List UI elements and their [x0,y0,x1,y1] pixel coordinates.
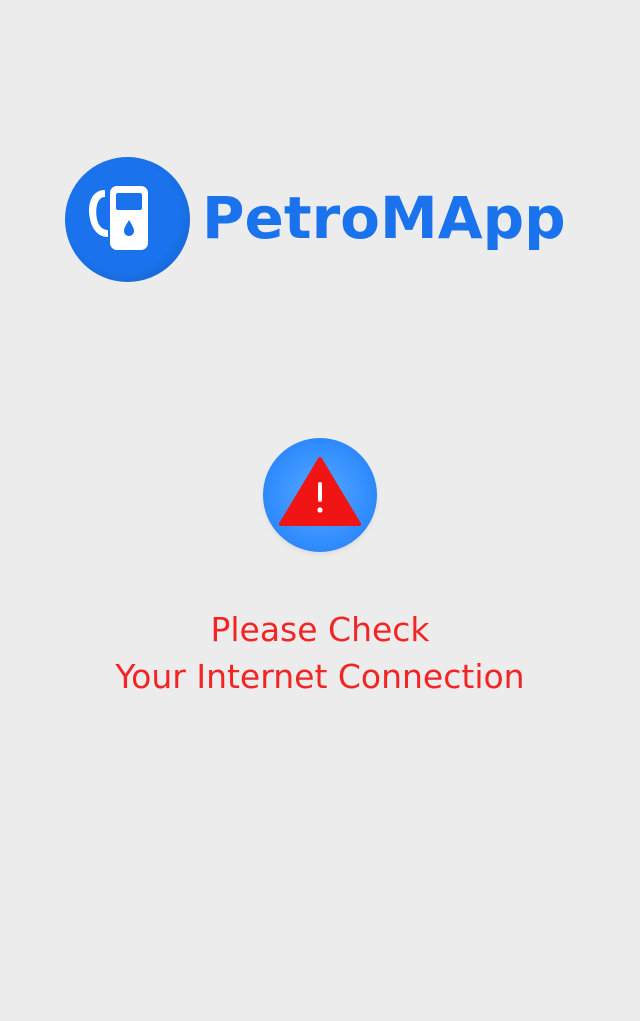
warning-triangle-icon [279,457,361,526]
error-line-2: Your Internet Connection [115,657,525,696]
connection-error-message: Please Check Your Internet Connection [0,606,640,700]
app-name: PetroMApp [202,184,566,252]
warning-badge [263,438,377,552]
error-line-1: Please Check [210,610,430,649]
app-logo: PetroMApp [65,157,585,283]
fuel-pump-icon [65,157,190,282]
